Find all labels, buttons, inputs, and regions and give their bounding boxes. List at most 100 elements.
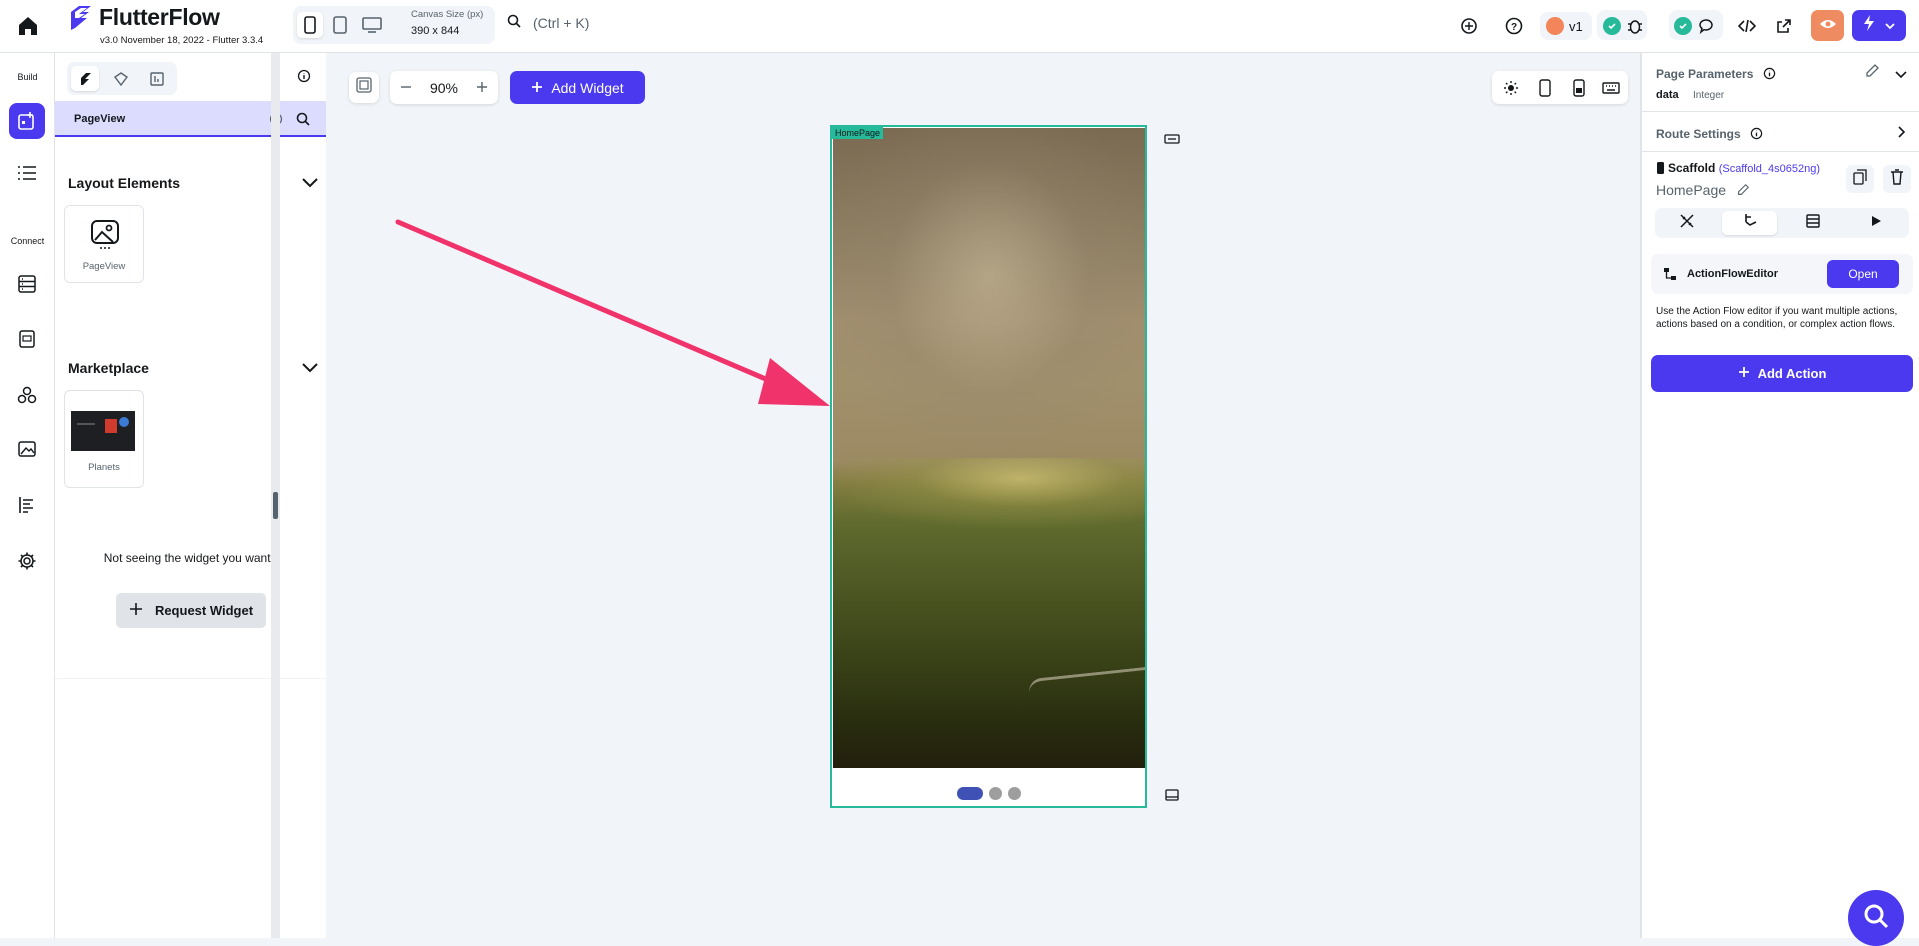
duplicate-button[interactable] [1846, 165, 1874, 193]
chevron-down-icon[interactable] [302, 175, 318, 191]
global-search[interactable]: (Ctrl + K) [507, 14, 589, 31]
canvas-size-label: Canvas Size (px) [411, 9, 484, 20]
run-button[interactable] [1852, 10, 1906, 41]
page-parameters-header[interactable]: Page Parameters [1656, 65, 1776, 81]
page-indicator-dot[interactable] [956, 787, 983, 800]
tab-animations[interactable] [1848, 211, 1903, 235]
widget-tree-icon[interactable] [12, 158, 42, 188]
top-bar: FlutterFlow v3.0 November 18, 2022 - Flu… [0, 0, 1919, 53]
not-seeing-text: Not seeing the widget you want? [103, 551, 278, 565]
route-settings-header[interactable]: Route Settings [1656, 125, 1763, 141]
action-flow-editor-label: ActionFlowEditor [1687, 268, 1779, 280]
eye-icon [1819, 17, 1837, 35]
request-widget-label: Request Widget [154, 603, 254, 618]
delete-button[interactable] [1883, 165, 1911, 193]
media-assets-icon[interactable] [12, 434, 42, 464]
tablet-device-button[interactable] [327, 12, 353, 38]
request-widget-button[interactable]: Request Widget [116, 593, 266, 628]
user-avatar-icon [1546, 17, 1564, 35]
canvas-size-value[interactable]: 390 x 844 [411, 25, 459, 37]
open-external-icon[interactable] [1771, 13, 1797, 39]
storyboard-icon[interactable] [12, 324, 42, 354]
version-badge[interactable]: v1 [1540, 12, 1592, 40]
help-icon[interactable]: ? [1501, 13, 1527, 39]
add-widget-label: Add Widget [551, 79, 624, 96]
theme-settings-icon[interactable] [12, 380, 42, 410]
mobile-device-button[interactable] [297, 12, 323, 38]
action-flow-icon [1663, 267, 1677, 286]
firestore-icon[interactable] [12, 269, 42, 299]
page-indicator-dot[interactable] [988, 787, 1002, 800]
pageview-widget-card[interactable]: PageView [64, 205, 144, 283]
tab-components[interactable] [107, 66, 135, 91]
edit-icon[interactable] [1864, 63, 1880, 84]
device-selector: Canvas Size (px) 390 x 844 [293, 6, 495, 44]
check-collab-icon[interactable] [1670, 13, 1696, 39]
language-icon[interactable] [1456, 13, 1482, 39]
widget-palette-icon[interactable] [9, 103, 45, 139]
zoom-out-icon[interactable] [400, 80, 412, 96]
page-indicator [832, 787, 1145, 800]
property-tabs [1655, 208, 1909, 238]
page-indicator-dot[interactable] [1007, 787, 1021, 800]
zoom-value[interactable]: 90% [430, 80, 458, 96]
bottom-bar-icon[interactable] [1161, 784, 1183, 806]
open-action-flow-button[interactable]: Open [1827, 260, 1899, 288]
planets-thumbnail [71, 411, 135, 451]
comments-icon[interactable] [1694, 13, 1720, 39]
home-icon[interactable] [16, 14, 40, 38]
device-canvas[interactable]: HomePage [830, 125, 1147, 808]
planets-marketplace-card[interactable]: Planets [64, 390, 144, 488]
panel-resize-handle[interactable] [273, 492, 278, 519]
marketplace-title: Marketplace [68, 360, 149, 376]
settings-gear-icon[interactable] [12, 546, 42, 576]
add-action-button[interactable]: Add Action [1651, 355, 1913, 392]
scaffold-label: Scaffold [1668, 161, 1716, 175]
edit-icon[interactable] [1736, 183, 1750, 200]
action-tap-icon [1742, 213, 1758, 234]
canvas-view-options [1492, 71, 1628, 104]
build-label: Build [17, 72, 38, 82]
info-icon[interactable] [297, 69, 311, 88]
code-icon[interactable] [1734, 13, 1760, 39]
chevron-down-icon[interactable] [302, 360, 318, 376]
chevron-down-icon[interactable] [1885, 17, 1895, 35]
search-icon[interactable] [296, 112, 310, 131]
tab-backend-query[interactable] [1785, 211, 1840, 235]
widget-search-input[interactable]: PageView [55, 101, 326, 137]
tab-widgets[interactable] [71, 66, 99, 91]
phone-frame-icon[interactable] [1534, 77, 1556, 99]
zoom-in-icon[interactable] [476, 80, 488, 96]
connect-label: Connect [10, 236, 45, 246]
chevron-right-icon[interactable] [1898, 125, 1906, 143]
preview-button[interactable] [1811, 10, 1844, 41]
tab-actions[interactable] [1722, 211, 1777, 235]
database-icon [1805, 213, 1821, 234]
desktop-device-button[interactable] [359, 12, 385, 38]
page-name-label: HomePage [1656, 182, 1727, 198]
canvas-layers-button[interactable] [349, 72, 379, 103]
tab-properties[interactable] [1659, 211, 1714, 235]
layout-elements-header[interactable]: Layout Elements [68, 175, 318, 191]
widget-card-label: PageView [82, 261, 126, 272]
route-settings-title: Route Settings [1656, 127, 1741, 141]
zoom-control: 90% [390, 71, 498, 104]
keyboard-icon[interactable] [1600, 77, 1622, 99]
light-mode-icon[interactable] [1500, 77, 1522, 99]
tab-templates[interactable] [143, 66, 171, 91]
wrap-widget-icon[interactable] [1161, 128, 1183, 150]
device-preview-icon[interactable] [1568, 77, 1590, 99]
page-tag: HomePage [832, 127, 884, 139]
add-widget-button[interactable]: Add Widget [510, 71, 645, 104]
divider [1642, 151, 1919, 152]
marketplace-header[interactable]: Marketplace [68, 360, 318, 376]
pageview-image [833, 128, 1145, 768]
properties-panel: Page Parameters data Integer Route Setti… [1640, 53, 1919, 938]
bug-icon[interactable] [1622, 13, 1648, 39]
page-parameters-title: Page Parameters [1656, 67, 1754, 81]
scaffold-id[interactable]: (Scaffold_4s0652ng) [1719, 163, 1820, 175]
info-icon [1763, 67, 1776, 83]
tools-icon [1679, 213, 1695, 234]
chevron-down-icon[interactable] [1895, 66, 1907, 84]
custom-code-icon[interactable] [12, 490, 42, 520]
